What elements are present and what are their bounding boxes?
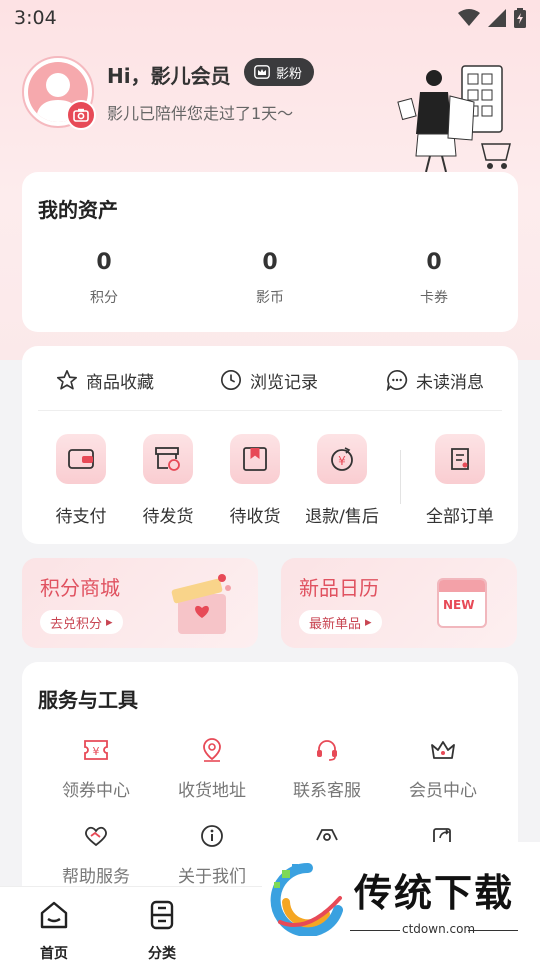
camera-icon[interactable] bbox=[66, 100, 96, 130]
service-label: 关于我们 bbox=[178, 867, 246, 887]
category-icon bbox=[150, 900, 174, 930]
member-badge[interactable]: 影粉 bbox=[244, 58, 315, 86]
service-member-center[interactable]: 会员中心 bbox=[388, 736, 498, 801]
calendar-new-label: NEW bbox=[443, 598, 475, 612]
order-label: 全部订单 bbox=[426, 507, 494, 527]
assets-title: 我的资产 bbox=[38, 198, 118, 222]
site-watermark: 传统下载 ctdown.com bbox=[262, 842, 540, 960]
messages-link[interactable]: 未读消息 bbox=[386, 368, 484, 393]
services-title: 服务与工具 bbox=[38, 688, 138, 712]
service-label: 领券中心 bbox=[62, 781, 130, 801]
redeem-points-button[interactable]: 去兑积分 ▸ bbox=[40, 610, 123, 634]
service-coupon-center[interactable]: ¥ 领券中心 bbox=[41, 736, 151, 801]
play-triangle-icon: ▸ bbox=[365, 614, 372, 630]
service-customer-support[interactable]: 联系客服 bbox=[272, 736, 382, 801]
order-label: 待发货 bbox=[142, 507, 194, 527]
clock-icon bbox=[221, 370, 241, 390]
headset-icon bbox=[313, 736, 341, 764]
order-label: 待收货 bbox=[229, 507, 281, 527]
service-about-us[interactable]: 关于我们 bbox=[157, 822, 267, 887]
assets-card: 我的资产 0 积分 0 影币 0 卡券 bbox=[22, 172, 518, 332]
orders-card: 商品收藏 浏览记录 未读消息 待支付 待发货 待收货 ¥ 退款/售后 全部订单 bbox=[22, 346, 518, 544]
watermark-text: 传统下载 bbox=[354, 871, 515, 915]
promo-title: 新品日历 bbox=[299, 576, 379, 600]
shopping-illustration bbox=[397, 65, 511, 173]
svg-text:¥: ¥ bbox=[93, 745, 100, 758]
star-icon bbox=[57, 370, 77, 390]
latest-items-button[interactable]: 最新单品 ▸ bbox=[299, 610, 382, 634]
service-label: 会员中心 bbox=[409, 781, 477, 801]
battery-icon bbox=[514, 8, 526, 28]
order-list-icon bbox=[435, 434, 485, 484]
divider bbox=[400, 450, 401, 504]
play-triangle-icon: ▸ bbox=[106, 614, 113, 630]
promo-action-label: 最新单品 bbox=[309, 616, 362, 632]
greeting-text: Hi，影儿会员 bbox=[107, 64, 231, 88]
tab-label: 首页 bbox=[40, 946, 68, 960]
heart-hand-icon bbox=[82, 822, 110, 850]
companion-days-text: 影儿已陪伴您走过了1天～ bbox=[107, 104, 294, 123]
points-mall-banner[interactable]: 积分商城 去兑积分 ▸ bbox=[22, 558, 258, 648]
order-refund[interactable]: ¥ 退款/售后 bbox=[297, 434, 387, 527]
watermark-rule bbox=[468, 930, 518, 931]
status-bar: 3:04 bbox=[0, 0, 540, 36]
asset-coupons[interactable]: 0 卡券 bbox=[374, 250, 494, 307]
status-icons bbox=[458, 8, 526, 28]
service-address[interactable]: 收货地址 bbox=[157, 736, 267, 801]
watermark-url: ctdown.com bbox=[402, 922, 476, 936]
box-clock-icon bbox=[143, 434, 193, 484]
watermark-rule bbox=[350, 930, 400, 931]
promo-title: 积分商城 bbox=[40, 576, 120, 600]
calendar-header bbox=[439, 580, 485, 592]
watermark-logo-icon bbox=[270, 862, 343, 936]
service-label: 联系客服 bbox=[293, 781, 361, 801]
favorites-link[interactable]: 商品收藏 bbox=[56, 368, 154, 393]
asset-value: 0 bbox=[96, 250, 112, 275]
svg-text:¥: ¥ bbox=[338, 454, 346, 468]
order-pending-shipment[interactable]: 待发货 bbox=[123, 434, 213, 527]
quick-link-label: 商品收藏 bbox=[86, 372, 154, 393]
order-pending-payment[interactable]: 待支付 bbox=[36, 434, 126, 527]
home-icon bbox=[40, 901, 68, 929]
order-all[interactable]: 全部订单 bbox=[415, 434, 505, 527]
asset-points[interactable]: 0 积分 bbox=[44, 250, 164, 307]
service-label: 帮助服务 bbox=[62, 867, 130, 887]
wifi-icon bbox=[458, 9, 480, 26]
asset-label: 影币 bbox=[256, 290, 284, 306]
tab-category[interactable]: 分类 bbox=[132, 899, 192, 960]
history-link[interactable]: 浏览记录 bbox=[220, 368, 318, 393]
new-arrivals-banner[interactable]: 新品日历 最新单品 ▸ NEW bbox=[281, 558, 517, 648]
service-label: 收货地址 bbox=[178, 781, 246, 801]
quick-link-label: 未读消息 bbox=[416, 372, 484, 393]
crown-icon bbox=[429, 736, 457, 764]
asset-value: 0 bbox=[262, 250, 278, 275]
refund-icon: ¥ bbox=[317, 434, 367, 484]
wallet-icon bbox=[56, 434, 106, 484]
asset-label: 卡券 bbox=[420, 290, 448, 306]
signal-icon bbox=[488, 9, 506, 27]
message-icon bbox=[386, 370, 408, 391]
coupon-icon: ¥ bbox=[82, 736, 110, 764]
crown-badge-icon bbox=[254, 65, 270, 79]
asset-coins[interactable]: 0 影币 bbox=[210, 250, 330, 307]
gift-box-icon bbox=[171, 574, 231, 634]
asset-label: 积分 bbox=[90, 290, 118, 306]
quick-link-label: 浏览记录 bbox=[250, 372, 318, 393]
location-icon bbox=[198, 736, 226, 764]
badge-label: 影粉 bbox=[276, 66, 303, 82]
info-icon bbox=[198, 822, 226, 850]
promo-action-label: 去兑积分 bbox=[50, 616, 103, 632]
divider bbox=[38, 410, 502, 411]
tab-label: 分类 bbox=[148, 946, 176, 960]
order-label: 待支付 bbox=[55, 507, 107, 527]
tab-home[interactable]: 首页 bbox=[24, 899, 84, 960]
order-label: 退款/售后 bbox=[305, 507, 379, 527]
service-help[interactable]: 帮助服务 bbox=[41, 822, 151, 887]
calendar-new-icon: NEW bbox=[437, 578, 487, 628]
package-icon bbox=[230, 434, 280, 484]
status-time: 3:04 bbox=[14, 7, 57, 29]
asset-value: 0 bbox=[426, 250, 442, 275]
order-pending-receipt[interactable]: 待收货 bbox=[210, 434, 300, 527]
